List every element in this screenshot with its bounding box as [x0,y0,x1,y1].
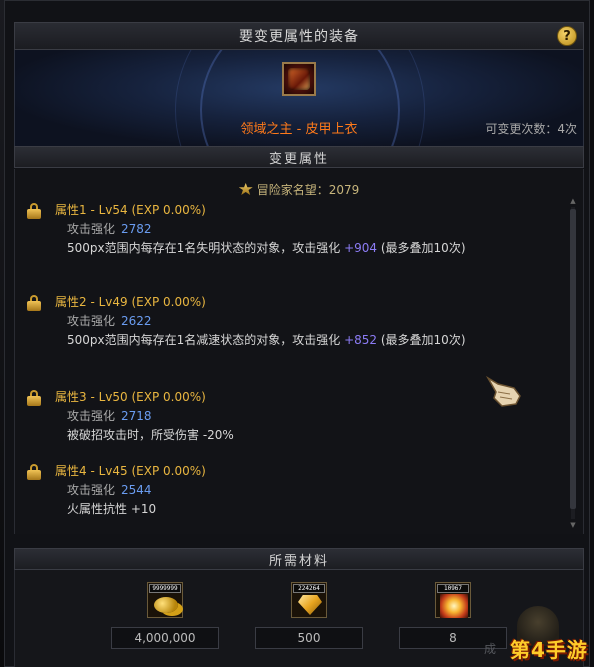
stat-label: 攻击强化 [67,409,116,423]
lock-icon[interactable] [27,203,41,219]
property-title: 属性4 - Lv45 (EXP 0.00%) [55,464,206,478]
stat-value: 2622 [121,314,152,328]
desc-bonus: +904 [344,241,378,255]
leather-armor-icon [288,68,310,90]
pointer-hand-icon [485,375,521,407]
reputation-icon [238,183,253,195]
material-count: 4,000,000 [111,627,219,649]
lock-icon[interactable] [27,390,41,406]
help-button[interactable]: ? [557,26,577,46]
property-stat: 攻击强化 2782 [67,220,152,237]
desc-suffix: (最多叠加10次) [377,241,466,255]
materials-panel: 9999999 4,000,000 224264 500 10967 8 [14,570,584,667]
remaining-changes: 可变更次数：4次 [485,122,577,136]
material-gold: 9999999 4,000,000 [111,582,219,649]
desc-suffix: (最多叠加10次) [377,333,466,347]
gold-coins-icon[interactable]: 9999999 [147,582,183,618]
material-badge: 10967 [437,584,469,593]
gold-gem-icon[interactable]: 224264 [291,582,327,618]
material-count: 500 [255,627,363,649]
window-title: 要变更属性的装备 [239,29,359,45]
property-description: 被破招攻击时，所受伤害 -20% [67,426,537,445]
property-2: 属性2 - Lv49 (EXP 0.00%) 攻击强化 2622 500px范围内… [27,293,557,373]
material-burst: 10967 8 [399,582,507,649]
equipment-banner: 领域之主 - 皮甲上衣 可变更次数：4次 [14,50,584,146]
property-stat: 攻击强化 2622 [67,312,152,329]
material-badge: 9999999 [149,584,181,593]
property-stat: 攻击强化 2544 [67,481,152,498]
property-title: 属性1 - Lv54 (EXP 0.00%) [55,203,206,217]
desc-text: 火属性抗性 +10 [67,502,157,516]
attributes-scrollbar[interactable]: ▲ ▼ [569,197,577,529]
desc-bonus: +852 [344,333,378,347]
material-badge: 224264 [293,584,325,593]
property-description: 火属性抗性 +10 [67,500,537,519]
scroll-thumb[interactable] [570,209,576,509]
property-description: 500px范围内每存在1名减速状态的对象，攻击强化 +852 (最多叠加10次) [67,331,537,350]
property-4: 属性4 - Lv45 (EXP 0.00%) 攻击强化 2544 火属性抗性 +1… [27,462,557,522]
scroll-down-icon[interactable]: ▼ [569,521,577,529]
property-1: 属性1 - Lv54 (EXP 0.00%) 攻击强化 2782 500px范围内… [27,201,557,281]
site-watermark: 第4手游 [510,638,588,662]
desc-text: 500px范围内每存在1名减速状态的对象，攻击强化 [67,333,345,347]
lock-icon[interactable] [27,295,41,311]
fire-burst-icon[interactable]: 10967 [435,582,471,618]
property-stat: 攻击强化 2718 [67,407,152,424]
stat-value: 2718 [121,409,152,423]
equipment-slot[interactable] [282,62,316,96]
property-description: 500px范围内每存在1名失明状态的对象，攻击强化 +904 (最多叠加10次) [67,239,537,258]
property-title: 属性3 - Lv50 (EXP 0.00%) [55,390,206,404]
stat-label: 攻击强化 [67,483,116,497]
stat-label: 攻击强化 [67,222,116,236]
title-bar[interactable]: 要变更属性的装备 ? [14,22,584,50]
stat-label: 攻击强化 [67,314,116,328]
property-3: 属性3 - Lv50 (EXP 0.00%) 攻击强化 2718 被破招攻击时，所… [27,388,557,448]
lock-icon[interactable] [27,464,41,480]
faded-label: 成 [484,642,497,656]
scroll-up-icon[interactable]: ▲ [569,197,577,205]
reputation-line: 冒险家名望：2079 [15,181,583,198]
material-gem: 224264 500 [255,582,363,649]
desc-text: 被破招攻击时，所受伤害 -20% [67,428,234,442]
materials-header: 所需材料 [14,548,584,570]
change-attributes-header: 变更属性 [14,146,584,168]
stat-value: 2544 [121,483,152,497]
stat-value: 2782 [121,222,152,236]
desc-text: 500px范围内每存在1名失明状态的对象，攻击强化 [67,241,345,255]
reputation-text: 冒险家名望：2079 [256,183,360,197]
property-title: 属性2 - Lv49 (EXP 0.00%) [55,295,206,309]
attributes-panel: 冒险家名望：2079 属性1 - Lv54 (EXP 0.00%) 攻击强化 27… [14,169,584,534]
